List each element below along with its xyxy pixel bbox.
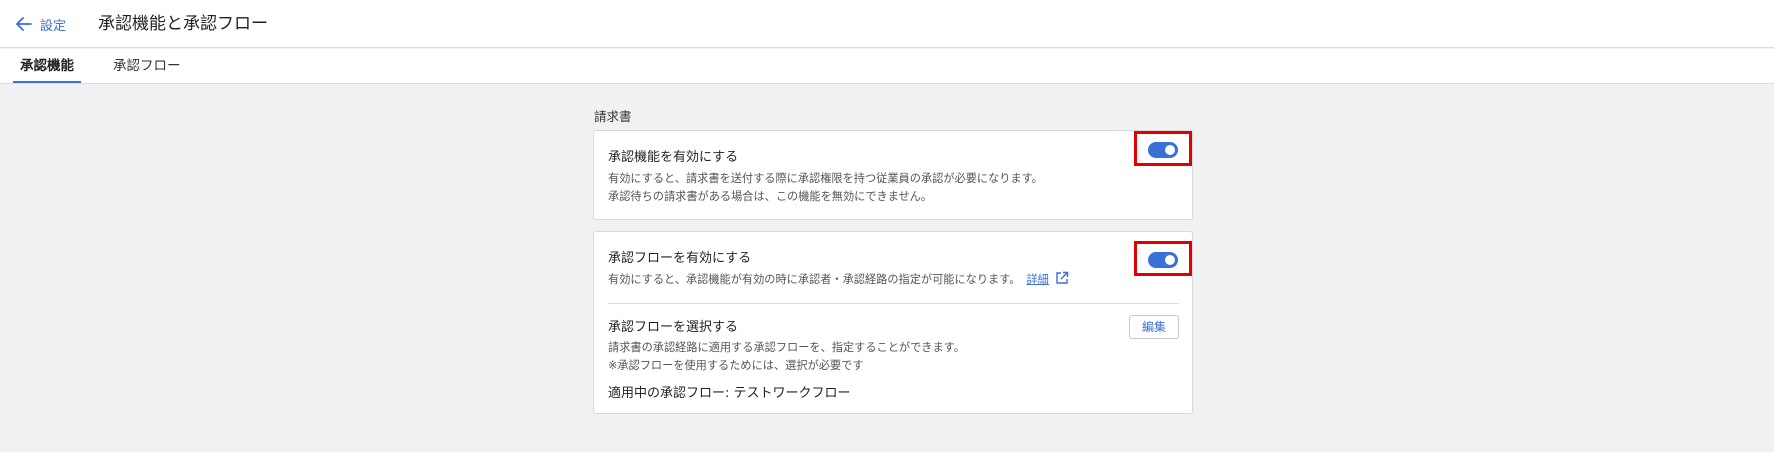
toggle-knob <box>1165 255 1175 265</box>
divider <box>608 303 1179 304</box>
approval-feature-desc-2: 承認待ちの請求書がある場合は、この機能を無効にできません。 <box>608 190 933 203</box>
tab-bar: 承認機能 承認フロー <box>0 49 1774 84</box>
back-button[interactable]: 設定 <box>14 11 66 37</box>
tab-approval-feature[interactable]: 承認機能 <box>13 49 81 83</box>
external-link-icon[interactable] <box>1055 271 1069 285</box>
approval-flow-desc: 有効にすると、承認機能が有効の時に承認者・承認経路の指定が可能になります。 <box>608 273 1021 286</box>
detail-link[interactable]: 詳細 <box>1026 273 1048 286</box>
approval-feature-desc-1: 有効にすると、請求書を送付する際に承認権限を持つ従業員の承認が必要になります。 <box>608 172 1043 185</box>
applied-flow: 適用中の承認フロー: テストワークフロー <box>608 386 851 401</box>
flow-select-desc-2: ※承認フローを使用するためには、選択が必要です <box>608 359 864 372</box>
approval-flow-desc-line: 有効にすると、承認機能が有効の時に承認者・承認経路の指定が可能になります。 詳細 <box>608 271 1069 289</box>
flow-select-desc-1: 請求書の承認経路に適用する承認フローを、指定することができます。 <box>608 341 965 354</box>
approval-flow-toggle[interactable] <box>1148 252 1178 268</box>
tab-approval-flow[interactable]: 承認フロー <box>113 49 181 83</box>
toggle-knob <box>1165 145 1175 155</box>
highlight-box <box>1134 241 1192 276</box>
approval-feature-title: 承認機能を有効にする <box>608 150 739 165</box>
approval-feature-toggle[interactable] <box>1148 142 1178 158</box>
page-title: 承認機能と承認フロー <box>98 14 268 34</box>
highlight-box <box>1134 131 1192 166</box>
arrow-left-icon <box>16 17 32 31</box>
top-bar: 設定 承認機能と承認フロー <box>0 0 1774 48</box>
section-label: 請求書 <box>594 109 632 124</box>
edit-button[interactable]: 編集 <box>1129 315 1179 339</box>
approval-flow-card: 承認フローを有効にする 有効にすると、承認機能が有効の時に承認者・承認経路の指定… <box>593 231 1193 414</box>
approval-flow-title: 承認フローを有効にする <box>608 251 752 266</box>
back-label: 設定 <box>40 18 67 34</box>
flow-select-title: 承認フローを選択する <box>608 320 739 335</box>
approval-feature-card: 承認機能を有効にする 有効にすると、請求書を送付する際に承認権限を持つ従業員の承… <box>593 130 1193 220</box>
